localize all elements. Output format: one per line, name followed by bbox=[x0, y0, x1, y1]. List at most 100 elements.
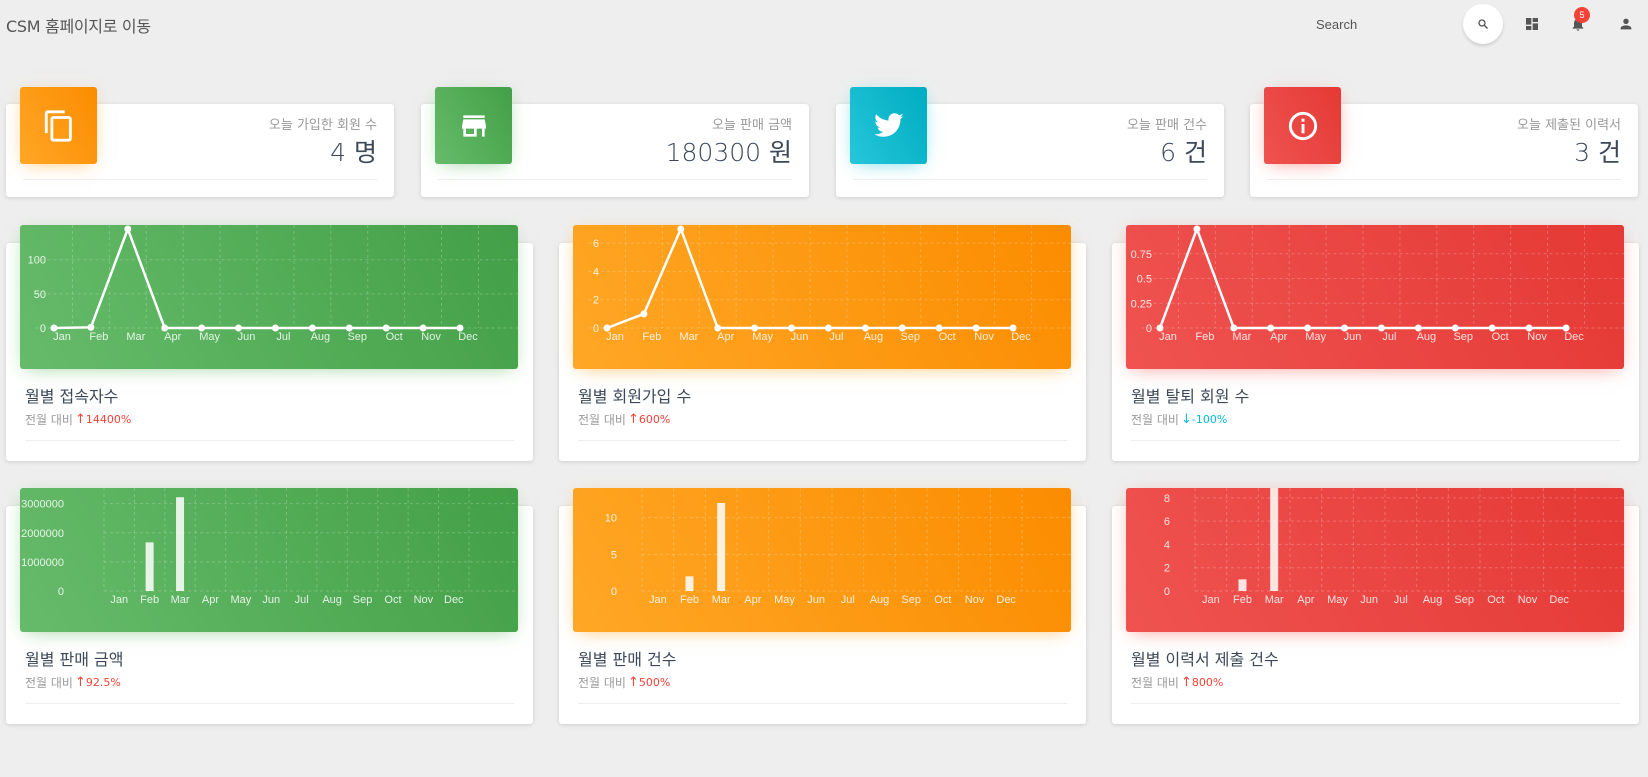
chart-point bbox=[1304, 324, 1312, 332]
y-tick-label: 0 bbox=[1164, 586, 1170, 598]
store-icon bbox=[461, 114, 486, 137]
y-tick-label: 0.25 bbox=[1131, 298, 1152, 310]
chart-container: 0 1000000 2000000 3000000 Jan Feb Mar Apr May Jun… bbox=[20, 488, 518, 632]
chart-title: 월별 회원가입 수 bbox=[578, 387, 692, 406]
x-tick-label: Aug bbox=[870, 594, 890, 606]
divider bbox=[578, 703, 1067, 704]
x-tick-label: Dec bbox=[1549, 594, 1569, 606]
x-tick-label: Mar bbox=[679, 331, 698, 343]
chart-bar bbox=[145, 542, 154, 591]
x-tick-label: Nov bbox=[1518, 594, 1538, 606]
divider bbox=[1131, 703, 1620, 704]
x-tick-label: Aug bbox=[322, 594, 342, 606]
x-tick-label: Nov bbox=[974, 331, 994, 343]
chart-point bbox=[1377, 324, 1385, 332]
y-tick-label: 0 bbox=[1146, 323, 1152, 335]
search-button[interactable] bbox=[1463, 4, 1503, 44]
x-tick-label: Mar bbox=[712, 594, 731, 606]
x-tick-label: Feb bbox=[89, 331, 108, 343]
bar-chart: 0 1000000 2000000 3000000 Jan Feb Mar Apr May Jun… bbox=[21, 488, 518, 606]
y-tick-label: 4 bbox=[593, 266, 599, 278]
divider bbox=[25, 703, 514, 704]
divider bbox=[23, 179, 377, 180]
chart-point bbox=[714, 324, 722, 332]
change-value: 92.5% bbox=[85, 676, 121, 689]
y-tick-label: 0 bbox=[40, 323, 46, 335]
chart-bar bbox=[1270, 488, 1279, 591]
change-value: 800% bbox=[1191, 676, 1224, 689]
chart-point bbox=[235, 324, 243, 332]
y-tick-label: 100 bbox=[28, 255, 46, 267]
x-tick-label: Aug bbox=[1423, 594, 1443, 606]
x-tick-label: Sep bbox=[901, 594, 921, 606]
line-chart: 0 2 4 6 Jan Feb Mar Apr May Jun Jul Aug Sep Oct Nov Dec bbox=[588, 225, 1071, 343]
chart-card-monthly-signups: 0 2 4 6 Jan Feb Mar Apr May Jun Jul Aug Sep Oct Nov Dec… bbox=[559, 225, 1086, 461]
profile-button[interactable] bbox=[1614, 12, 1638, 36]
chart-change: 전월 대비 ↑ 800% bbox=[1131, 674, 1223, 691]
search-icon bbox=[1478, 19, 1488, 29]
x-tick-label: Apr bbox=[1297, 594, 1314, 606]
stat-icon-box bbox=[435, 87, 512, 164]
x-tick-label: May bbox=[1327, 594, 1348, 606]
x-tick-label: Feb bbox=[140, 594, 159, 606]
compare-label: 전월 대비 bbox=[1131, 676, 1179, 690]
x-tick-label: Apr bbox=[1270, 331, 1287, 343]
dashboard-button[interactable] bbox=[1520, 12, 1544, 36]
stat-card-new-members: 오늘 가입한 회원 수 4 명 bbox=[6, 87, 394, 197]
y-tick-label: 2000000 bbox=[21, 528, 64, 540]
chart-point bbox=[1230, 324, 1238, 332]
chart-point bbox=[124, 225, 132, 233]
x-tick-label: May bbox=[230, 594, 251, 606]
compare-label: 전월 대비 bbox=[25, 676, 73, 690]
chart-title: 월별 이력서 제출 건수 bbox=[1131, 650, 1279, 669]
y-tick-label: 10 bbox=[605, 513, 617, 525]
brand-link[interactable]: CSM 홈페이지로 이동 bbox=[6, 13, 151, 37]
chart-point bbox=[972, 324, 980, 332]
stat-card-resumes: 오늘 제출된 이력서 3 건 bbox=[1250, 87, 1638, 197]
bar-chart: 0 5 10 Jan Feb Mar Apr May Jun Jul Aug Sep Oct Nov Dec bbox=[605, 488, 1071, 606]
divider bbox=[853, 179, 1207, 180]
x-tick-label: Sep bbox=[353, 594, 373, 606]
change-value: 500% bbox=[638, 676, 671, 689]
arrow-up-icon: ↑ bbox=[627, 675, 639, 690]
chart-point bbox=[1193, 225, 1201, 233]
x-tick-label: Jun bbox=[262, 594, 280, 606]
chart-card-monthly-sales-count: 0 5 10 Jan Feb Mar Apr May Jun Jul Aug Sep Oct Nov Dec… bbox=[559, 488, 1086, 724]
x-tick-label: Jan bbox=[1159, 331, 1177, 343]
stat-value: 6 건 bbox=[1160, 138, 1207, 167]
chart-point bbox=[751, 324, 759, 332]
chart-card-monthly-resumes: 0 2 4 6 8 Jan Feb Mar Apr May Jun Jul Aug Sep Oct Nov De… bbox=[1112, 488, 1639, 724]
chart-bar bbox=[717, 503, 726, 591]
chart-title: 월별 탈퇴 회원 수 bbox=[1131, 387, 1250, 406]
chart-point bbox=[382, 324, 390, 332]
chart-container: 0 2 4 6 Jan Feb Mar Apr May Jun Jul Aug Sep Oct Nov Dec bbox=[573, 225, 1071, 369]
chart-point bbox=[603, 324, 611, 332]
y-tick-label: 2 bbox=[593, 295, 599, 307]
stat-value: 3 건 bbox=[1574, 138, 1621, 167]
x-tick-label: Jul bbox=[295, 594, 309, 606]
x-tick-label: Dec bbox=[996, 594, 1016, 606]
divider bbox=[1267, 179, 1621, 180]
copy-icon bbox=[44, 109, 72, 142]
x-tick-label: Dec bbox=[1564, 331, 1584, 343]
stat-value: 180300 원 bbox=[665, 138, 792, 167]
x-tick-label: Nov bbox=[1527, 331, 1547, 343]
chart-change: 전월 대비 ↑ 92.5% bbox=[25, 674, 121, 691]
chart-point bbox=[308, 324, 316, 332]
x-tick-label: Dec bbox=[458, 331, 478, 343]
x-tick-label: Jan bbox=[110, 594, 128, 606]
x-tick-label: Apr bbox=[744, 594, 761, 606]
chart-point bbox=[898, 324, 906, 332]
chart-point bbox=[861, 324, 869, 332]
stat-icon-box bbox=[850, 87, 927, 164]
chart-title: 월별 판매 금액 bbox=[25, 650, 124, 669]
arrow-up-icon: ↑ bbox=[74, 412, 86, 427]
stat-value: 4 명 bbox=[330, 138, 377, 167]
x-tick-label: Feb bbox=[642, 331, 661, 343]
chart-point bbox=[1414, 324, 1422, 332]
x-tick-label: Feb bbox=[1195, 331, 1214, 343]
x-tick-label: Mar bbox=[126, 331, 145, 343]
y-tick-label: 3000000 bbox=[21, 499, 64, 511]
stat-icon-box bbox=[20, 87, 97, 164]
search-input[interactable] bbox=[1316, 12, 1452, 36]
